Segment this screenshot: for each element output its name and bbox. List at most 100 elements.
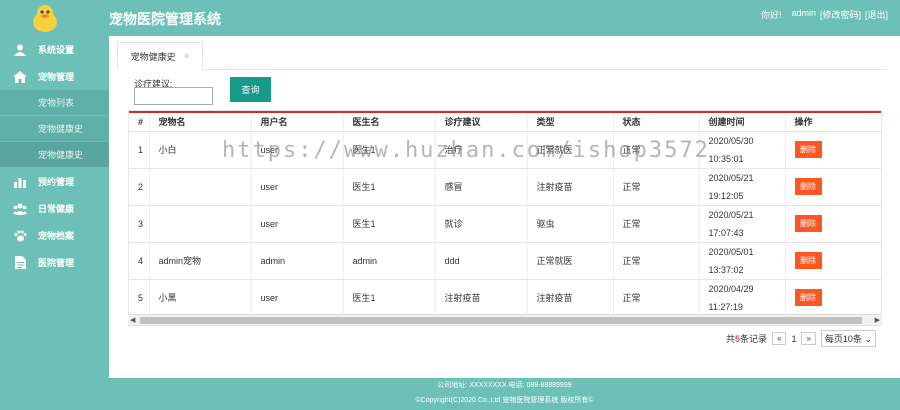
cell-doctor: 医生1 <box>343 168 436 206</box>
greeting-text: 你好! <box>760 10 782 20</box>
duck-logo-icon <box>33 5 57 32</box>
cell-created-time: 2020/05/21 17:07:43 <box>699 205 786 243</box>
sidebar-item-daily-health[interactable]: 日常健康 <box>0 195 109 222</box>
cell-advice: 感冒 <box>435 168 528 206</box>
created-date: 2020/05/21 <box>708 172 754 183</box>
username-link[interactable]: admin <box>791 8 816 21</box>
delete-button[interactable]: 删除 <box>794 178 822 195</box>
cell-username: user <box>251 279 344 317</box>
cell-actions: 删除 <box>785 131 881 169</box>
cell-doctor: 医生1 <box>343 131 436 169</box>
footer-address: 公司地址: XXXXXXXX 电话: 088-88889999 <box>437 382 572 389</box>
cell-type: 注射疫苗 <box>527 168 614 206</box>
created-clock: 11:27:19 <box>708 301 743 312</box>
cell-status: 正常 <box>613 168 700 206</box>
sidebar-item-label: 宠物档案 <box>38 231 75 241</box>
current-page[interactable]: 1 <box>791 334 796 344</box>
cell-advice: ddd <box>435 242 528 280</box>
cell-doctor: 医生1 <box>343 205 436 243</box>
col-header-username: 用户名 <box>251 113 344 132</box>
change-password-link[interactable]: [修改密码] <box>820 8 861 21</box>
cell-username: admin <box>251 242 344 280</box>
delete-button[interactable]: 删除 <box>794 289 822 306</box>
sidebar-item-hospital-management[interactable]: 医院管理 <box>0 249 109 276</box>
cell-doctor: admin <box>343 242 436 280</box>
cell-actions: 删除 <box>785 279 881 317</box>
user-area: 你好! admin [修改密码] [退出] <box>761 8 888 21</box>
pagination: 共5条记录 « 1 » 每页10条 ⌄ <box>726 330 876 347</box>
paw-icon <box>12 229 28 243</box>
cell-index: 1 <box>129 131 150 169</box>
sidebar-subitem-pet-health-history[interactable]: 宠物健康史 <box>0 116 109 142</box>
col-header-advice: 诊疗建议 <box>435 113 528 132</box>
delete-button[interactable]: 删除 <box>794 141 822 158</box>
scroll-right-icon[interactable]: ▶ <box>875 316 880 324</box>
created-date: 2020/04/29 <box>708 283 754 294</box>
created-date: 2020/05/21 <box>708 209 754 220</box>
sidebar-subitem-pet-health-history-2[interactable]: 宠物健康史 <box>0 142 109 168</box>
created-date: 2020/05/30 <box>708 135 754 146</box>
created-clock: 17:07:43 <box>708 227 744 238</box>
document-icon <box>12 256 28 270</box>
cell-status: 正常 <box>613 242 700 280</box>
cell-type: 驱虫 <box>527 205 614 243</box>
scrollbar-thumb[interactable] <box>140 317 862 324</box>
cell-doctor: 医生1 <box>343 279 436 317</box>
cell-advice: 注射疫苗 <box>435 279 528 317</box>
users-icon <box>12 202 28 216</box>
created-clock: 10:35:01 <box>708 153 744 164</box>
tab-bar: 宠物健康史 × <box>117 42 887 71</box>
delete-button[interactable]: 删除 <box>794 252 822 269</box>
sidebar-item-pet-management[interactable]: 宠物管理 <box>0 63 109 90</box>
created-clock: 19:12:05 <box>708 190 744 201</box>
query-button[interactable]: 查询 <box>230 77 271 102</box>
close-icon[interactable]: × <box>184 51 190 62</box>
created-clock: 13:37:02 <box>708 264 744 275</box>
sidebar-item-label: 医院管理 <box>38 258 75 268</box>
sidebar-item-system-settings[interactable]: 系统设置 <box>0 36 109 63</box>
col-header-created-time: 创建时间 <box>699 113 786 132</box>
prev-page-button[interactable]: « <box>772 332 787 345</box>
cell-actions: 删除 <box>785 242 881 280</box>
cell-index: 4 <box>129 242 150 280</box>
cell-advice: 治疗 <box>435 131 528 169</box>
tab-label: 宠物健康史 <box>130 52 176 62</box>
sidebar: 系统设置 宠物管理 宠物列表 宠物健康史 宠物健康史 预约管理 日常健康 宠物档… <box>0 36 109 410</box>
cell-advice: 就诊 <box>435 205 528 243</box>
bar-chart-icon <box>12 175 28 189</box>
horizontal-scrollbar[interactable]: ◀ ▶ <box>128 314 882 325</box>
page-size-select[interactable]: 每页10条 ⌄ <box>820 330 876 347</box>
total-records: 共5条记录 <box>725 334 767 344</box>
cell-pet-name <box>149 205 252 243</box>
top-bar: 宠物医院管理系统 你好! admin [修改密码] [退出] <box>0 0 900 36</box>
cell-created-time: 2020/05/21 19:12:05 <box>699 168 786 206</box>
table-row: 5 小黑 user 医生1 注射疫苗 注射疫苗 正常 2020/04/29 11:… <box>129 279 881 317</box>
table-row: 1 小白 user 医生1 治疗 正常就医 正常 2020/05/30 10:35… <box>129 131 881 169</box>
logout-link[interactable]: [退出] <box>865 8 888 21</box>
col-header-status: 状态 <box>613 113 700 132</box>
cell-username: user <box>251 205 344 243</box>
cell-type: 正常就医 <box>527 242 614 280</box>
scroll-left-icon[interactable]: ◀ <box>130 316 135 324</box>
sidebar-item-pet-records[interactable]: 宠物档案 <box>0 222 109 249</box>
cell-pet-name: admin宠物 <box>149 242 252 280</box>
tab-pet-health-history[interactable]: 宠物健康史 × <box>117 42 203 71</box>
sidebar-item-label: 宠物管理 <box>38 72 75 82</box>
footer: 公司地址: XXXXXXXX 电话: 088-88889999 ©Copyrig… <box>109 378 900 410</box>
cell-status: 正常 <box>613 205 700 243</box>
col-header-index: # <box>129 113 150 132</box>
cell-status: 正常 <box>613 279 700 317</box>
cell-username: user <box>251 131 344 169</box>
delete-button[interactable]: 删除 <box>794 215 822 232</box>
cell-created-time: 2020/05/01 13:37:02 <box>699 242 786 280</box>
cell-index: 2 <box>129 168 150 206</box>
next-page-button[interactable]: » <box>801 332 816 345</box>
cell-index: 3 <box>129 205 150 243</box>
sidebar-subitem-pet-list[interactable]: 宠物列表 <box>0 90 109 116</box>
chevron-down-icon: ⌄ <box>864 334 872 344</box>
table-row: 2 user 医生1 感冒 注射疫苗 正常 2020/05/21 19:12:05… <box>129 168 881 206</box>
advice-filter-input[interactable] <box>134 87 213 105</box>
sidebar-item-appointments[interactable]: 预约管理 <box>0 168 109 195</box>
cell-pet-name: 小白 <box>149 131 252 169</box>
col-header-doctor: 医生名 <box>343 113 436 132</box>
